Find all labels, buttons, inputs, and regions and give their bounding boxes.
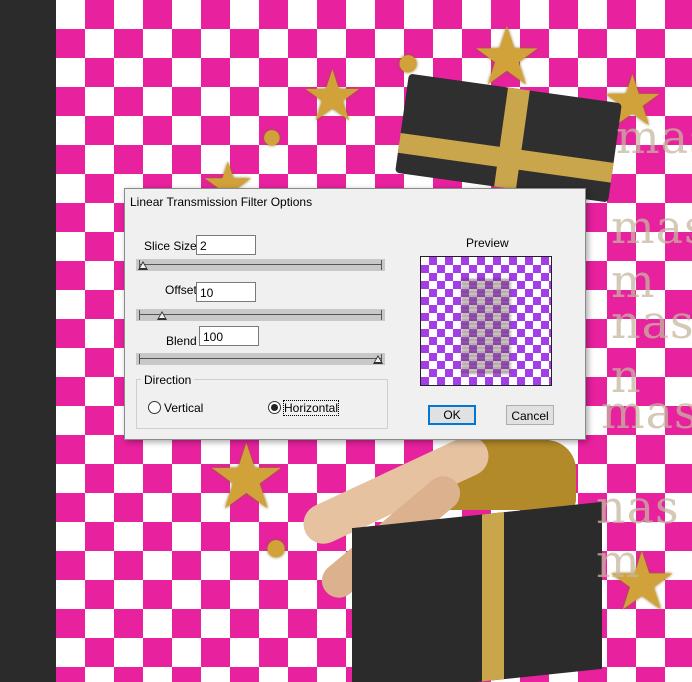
slice-size-input[interactable]: 2 — [196, 235, 256, 255]
blend-slider[interactable] — [136, 353, 385, 365]
ok-button[interactable]: OK — [428, 405, 476, 425]
blend-slider-thumb[interactable] — [373, 355, 383, 364]
offset-label: Offset — [165, 283, 197, 297]
direction-group-title: Direction — [141, 373, 195, 387]
blend-input[interactable]: 100 — [199, 326, 259, 346]
horizontal-radio[interactable] — [268, 401, 281, 414]
cancel-button[interactable]: Cancel — [506, 405, 554, 425]
linear-transmission-dialog: Linear Transmission Filter Options Slice… — [124, 188, 586, 440]
offset-slider-thumb[interactable] — [156, 311, 167, 320]
tube-word-art: mas — [616, 110, 692, 164]
horizontal-radio-label[interactable]: Horizontal — [282, 400, 340, 416]
slice-size-slider[interactable] — [136, 259, 385, 271]
vertical-radio[interactable] — [148, 401, 161, 414]
glitter-circle-icon: ● — [264, 525, 289, 569]
slice-size-slider-thumb[interactable] — [138, 261, 148, 270]
glitter-circle-icon: ● — [261, 115, 283, 156]
gift-lid — [395, 73, 622, 203]
offset-slider[interactable] — [136, 309, 385, 321]
vertical-radio-label[interactable]: Vertical — [164, 401, 203, 415]
preview-image — [420, 256, 552, 386]
tube-word-art: mas — [601, 385, 692, 439]
dialog-title: Linear Transmission Filter Options — [130, 195, 313, 209]
star-icon: ★ — [301, 57, 364, 135]
star-icon: ★ — [206, 428, 287, 528]
preview-figure — [461, 279, 511, 375]
preview-label: Preview — [466, 236, 509, 250]
tube-word-art: mas m — [611, 200, 692, 308]
blend-label: Blend — [166, 334, 197, 348]
slice-size-label: Slice Size — [144, 239, 197, 253]
offset-input[interactable]: 10 — [196, 282, 256, 302]
tube-word-art: nas m — [596, 480, 680, 588]
gift-box — [352, 501, 602, 682]
left-dark-panel — [0, 0, 56, 682]
